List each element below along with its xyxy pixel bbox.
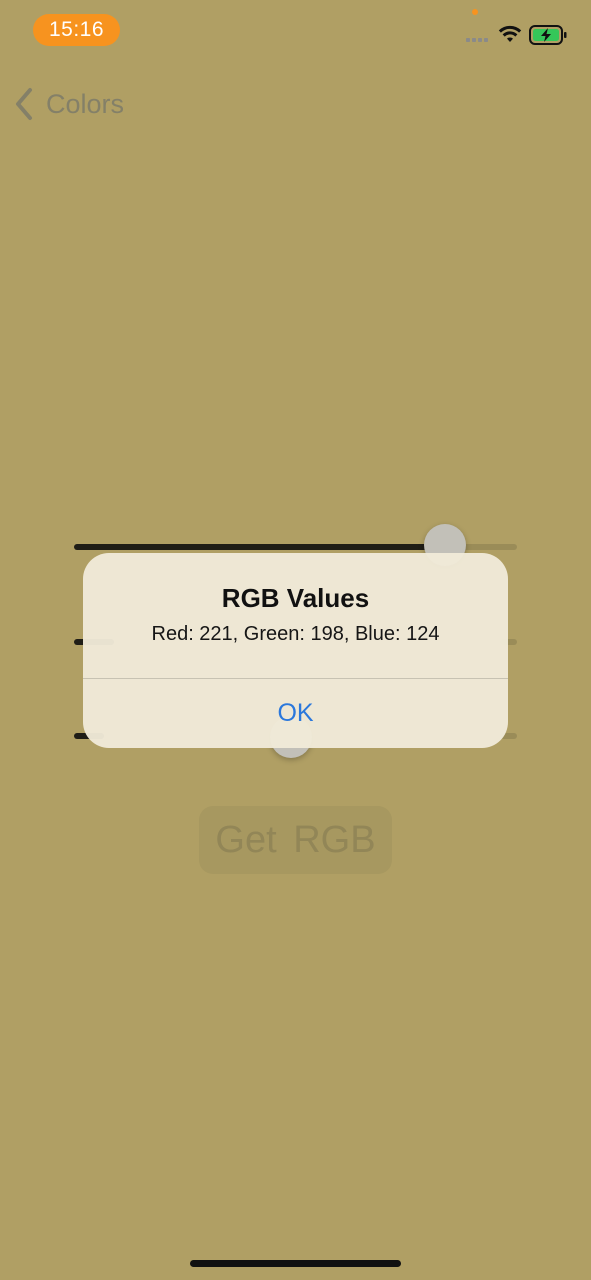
status-time: 15:16 (33, 14, 120, 46)
slider-track-filled (74, 544, 446, 550)
signal-icon (466, 38, 488, 42)
alert-message: Red: 221, Green: 198, Blue: 124 (151, 623, 440, 645)
get-rgb-button[interactable]: Get RGB (199, 806, 392, 874)
back-button[interactable]: Colors (46, 88, 124, 120)
privacy-indicator-dot (472, 9, 478, 15)
home-indicator[interactable] (190, 1260, 401, 1267)
wifi-icon (498, 25, 522, 42)
alert-dialog: RGB Values Red: 221, Green: 198, Blue: 1… (83, 553, 508, 748)
ok-button[interactable]: OK (83, 679, 508, 748)
battery-charging-icon (529, 25, 567, 45)
alert-title: RGB Values (221, 583, 370, 613)
chevron-left-icon[interactable] (12, 86, 36, 122)
